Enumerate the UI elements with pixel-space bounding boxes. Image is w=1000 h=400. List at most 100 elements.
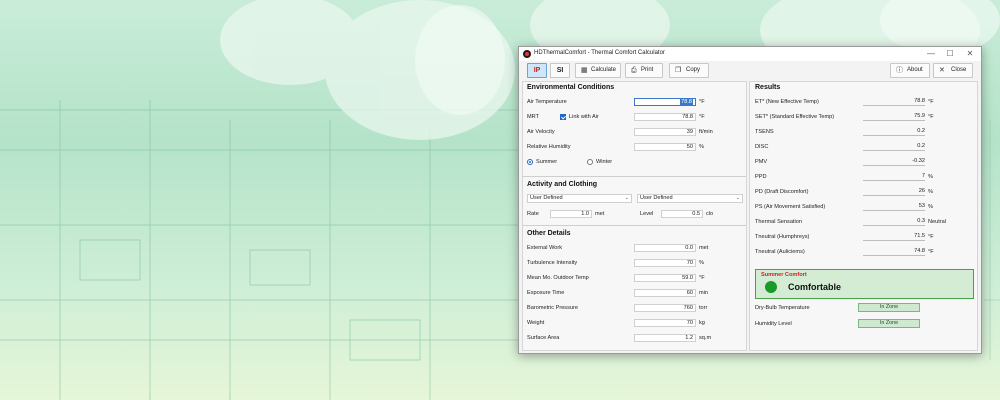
ps-label: PS (Air Movement Satisfied) (755, 204, 826, 210)
outdoor-temp-input[interactable]: 59.0 (634, 274, 696, 282)
tneutral-auliciems-unit: °F (928, 249, 934, 255)
pd-label: PD (Draft Discomfort) (755, 189, 809, 195)
barometric-pressure-input[interactable]: 760 (634, 304, 696, 312)
pmv-label: PMV (755, 159, 768, 165)
comfort-title: Summer Comfort (761, 272, 807, 278)
exposure-time-label: Exposure Time (527, 290, 565, 296)
clothing-level-input[interactable]: 0.5 (661, 210, 703, 218)
mrt-unit: °F (699, 114, 705, 120)
pmv-value: -0.32 (863, 158, 925, 166)
results-panel: Results ET* (New Effective Temp) 78.8 °F… (749, 81, 978, 351)
about-label: About (907, 67, 923, 73)
thermal-sensation-unit: Neutral (928, 219, 947, 225)
link-with-air-checkbox[interactable] (560, 114, 566, 120)
thermal-comfort-window: HDThermalComfort - Thermal Comfort Calcu… (518, 46, 982, 354)
exposure-time-input[interactable]: 60 (634, 289, 696, 297)
clothing-level-unit: clo (706, 211, 714, 217)
external-work-input[interactable]: 0.0 (634, 244, 696, 252)
barometric-pressure-unit: torr (699, 305, 708, 311)
link-with-air-label: Link with Air (569, 114, 599, 120)
printer-icon: ⎙ (631, 67, 637, 74)
turbulence-unit: % (699, 260, 704, 266)
copy-icon: ❐ (675, 67, 682, 74)
close-label: Close (951, 67, 967, 73)
tsens-value: 0.2 (863, 128, 925, 136)
app-icon (523, 50, 531, 58)
about-button[interactable]: ⓘ About (890, 63, 930, 78)
minimize-button[interactable]: — (924, 48, 938, 60)
outdoor-temp-label: Mean Mo. Outdoor Temp (527, 275, 589, 281)
barometric-pressure-label: Barometric Pressure (527, 305, 578, 311)
set-unit: °F (928, 114, 934, 120)
calculate-button[interactable]: ▦ Calculate (575, 63, 621, 78)
turbulence-label: Turbulence Intensity (527, 260, 578, 266)
ip-units-button[interactable]: IP (527, 63, 547, 78)
copy-label: Copy (686, 67, 701, 73)
tneutral-humphreys-value: 71.5 (863, 233, 925, 241)
ppd-unit: % (928, 174, 933, 180)
other-details-title: Other Details (527, 230, 571, 237)
tneutral-humphreys-label: Tneutral (Humphreys) (755, 234, 810, 240)
window-title: HDThermalComfort - Thermal Comfort Calcu… (534, 50, 665, 56)
clothing-select[interactable]: User Defined ⌄ (637, 194, 743, 203)
thermal-sensation-value: 0.3 (863, 218, 925, 226)
relative-humidity-label: Relative Humidity (527, 144, 571, 150)
weight-input[interactable]: 70 (634, 319, 696, 327)
dry-bulb-zone-badge: In Zone (858, 303, 920, 312)
close-button[interactable]: ✕ Close (933, 63, 973, 78)
chevron-down-icon: ⌄ (735, 195, 740, 201)
air-velocity-label: Air Velocity (527, 129, 555, 135)
tsens-label: TSENS (755, 129, 774, 135)
ppd-label: PPD (755, 174, 767, 180)
pd-unit: % (928, 189, 933, 195)
tneutral-humphreys-unit: °F (928, 234, 934, 240)
inputs-panel: Environmental Conditions Air Temperature… (522, 81, 747, 351)
weight-label: Weight (527, 320, 545, 326)
et-unit: °F (928, 99, 934, 105)
rate-unit: met (595, 211, 605, 217)
thermal-sensation-label: Thermal Sensation (755, 219, 802, 225)
section-divider (523, 176, 746, 177)
tneutral-auliciems-label: Tneutral (Auliciems) (755, 249, 805, 255)
mrt-input[interactable]: 78.8 (634, 113, 696, 121)
pd-value: 26 (863, 188, 925, 196)
set-label: SET* (Standard Effective Temp) (755, 114, 835, 120)
turbulence-input[interactable]: 70 (634, 259, 696, 267)
dry-bulb-label: Dry-Bulb Temperature (755, 305, 810, 311)
calculator-icon: ▦ (581, 67, 588, 74)
weight-unit: kg (699, 320, 705, 326)
surface-area-label: Surface Area (527, 335, 560, 341)
print-label: Print (641, 67, 654, 73)
close-icon: ✕ (939, 67, 945, 74)
close-window-button[interactable]: ✕ (963, 48, 977, 60)
maximize-button[interactable]: ☐ (943, 48, 957, 60)
summer-radio[interactable] (527, 159, 533, 165)
air-temperature-input[interactable]: 78.8 (634, 98, 696, 106)
air-temperature-label: Air Temperature (527, 99, 567, 105)
air-velocity-input[interactable]: 39 (634, 128, 696, 136)
copy-button[interactable]: ❐ Copy (669, 63, 709, 78)
section-divider (523, 225, 746, 226)
environmental-title: Environmental Conditions (527, 84, 615, 91)
relative-humidity-unit: % (699, 144, 704, 150)
summer-label: Summer (536, 159, 558, 165)
si-units-button[interactable]: SI (550, 63, 570, 78)
chevron-down-icon: ⌄ (624, 195, 629, 201)
air-temperature-unit: °F (699, 99, 705, 105)
surface-area-unit: sq.m (699, 335, 712, 341)
activity-title: Activity and Clothing (527, 181, 597, 188)
print-button[interactable]: ⎙ Print (625, 63, 663, 78)
humidity-level-label: Humidity Level (755, 321, 792, 327)
activity-select[interactable]: User Defined ⌄ (527, 194, 632, 203)
relative-humidity-input[interactable]: 50 (634, 143, 696, 151)
title-bar: HDThermalComfort - Thermal Comfort Calcu… (519, 47, 981, 61)
rate-input[interactable]: 1.0 (550, 210, 592, 218)
surface-area-input[interactable]: 1.2 (634, 334, 696, 342)
winter-radio[interactable] (587, 159, 593, 165)
external-work-unit: met (699, 245, 709, 251)
comfort-status-box: Summer Comfort Comfortable (755, 269, 974, 299)
ps-value: 53 (863, 203, 925, 211)
et-value: 78.8 (863, 98, 925, 106)
disc-label: DISC (755, 144, 769, 150)
toolbar: IP SI ▦ Calculate ⎙ Print ❐ Copy ⓘ About… (519, 61, 981, 81)
